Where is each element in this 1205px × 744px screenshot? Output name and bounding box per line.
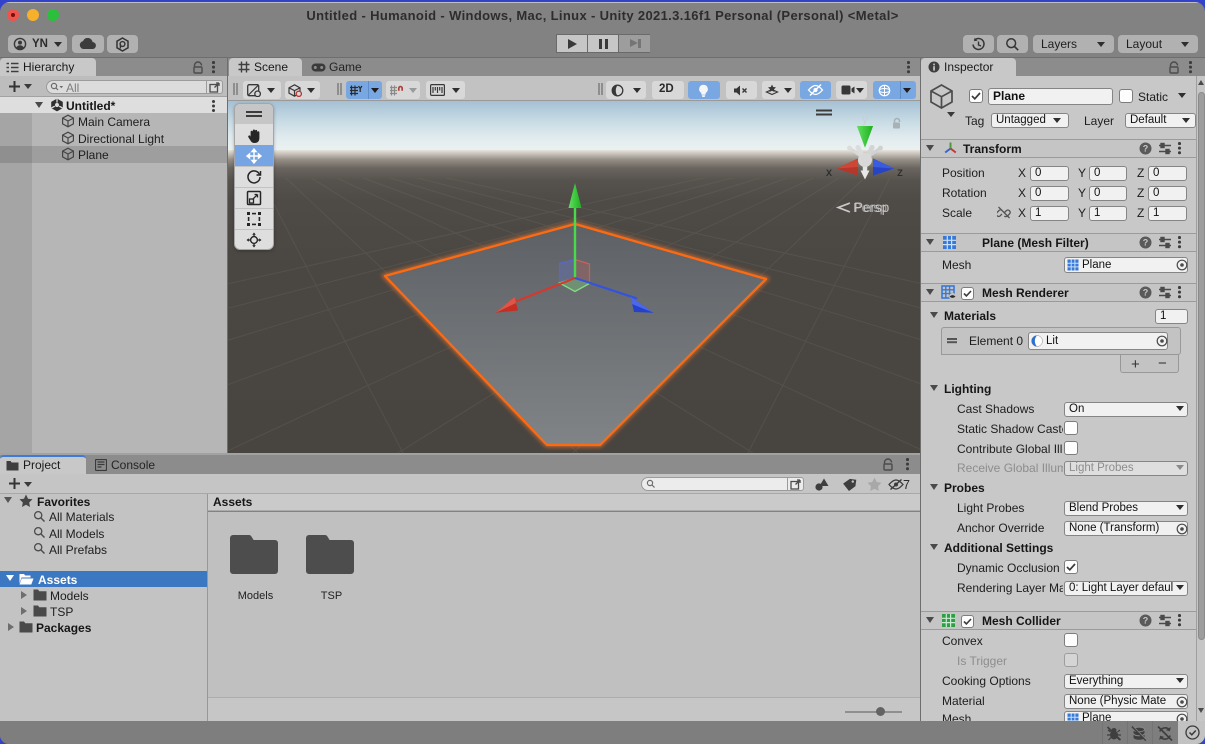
svg-text:?: ?	[1143, 238, 1149, 248]
svg-text:?: ?	[1143, 144, 1149, 154]
svg-text:z: z	[897, 165, 903, 179]
svg-text:?: ?	[1143, 616, 1149, 626]
svg-text:?: ?	[1143, 288, 1149, 298]
svg-text:Persp: Persp	[854, 200, 889, 215]
svg-text:y: y	[862, 112, 868, 126]
svg-text:x: x	[826, 165, 832, 179]
